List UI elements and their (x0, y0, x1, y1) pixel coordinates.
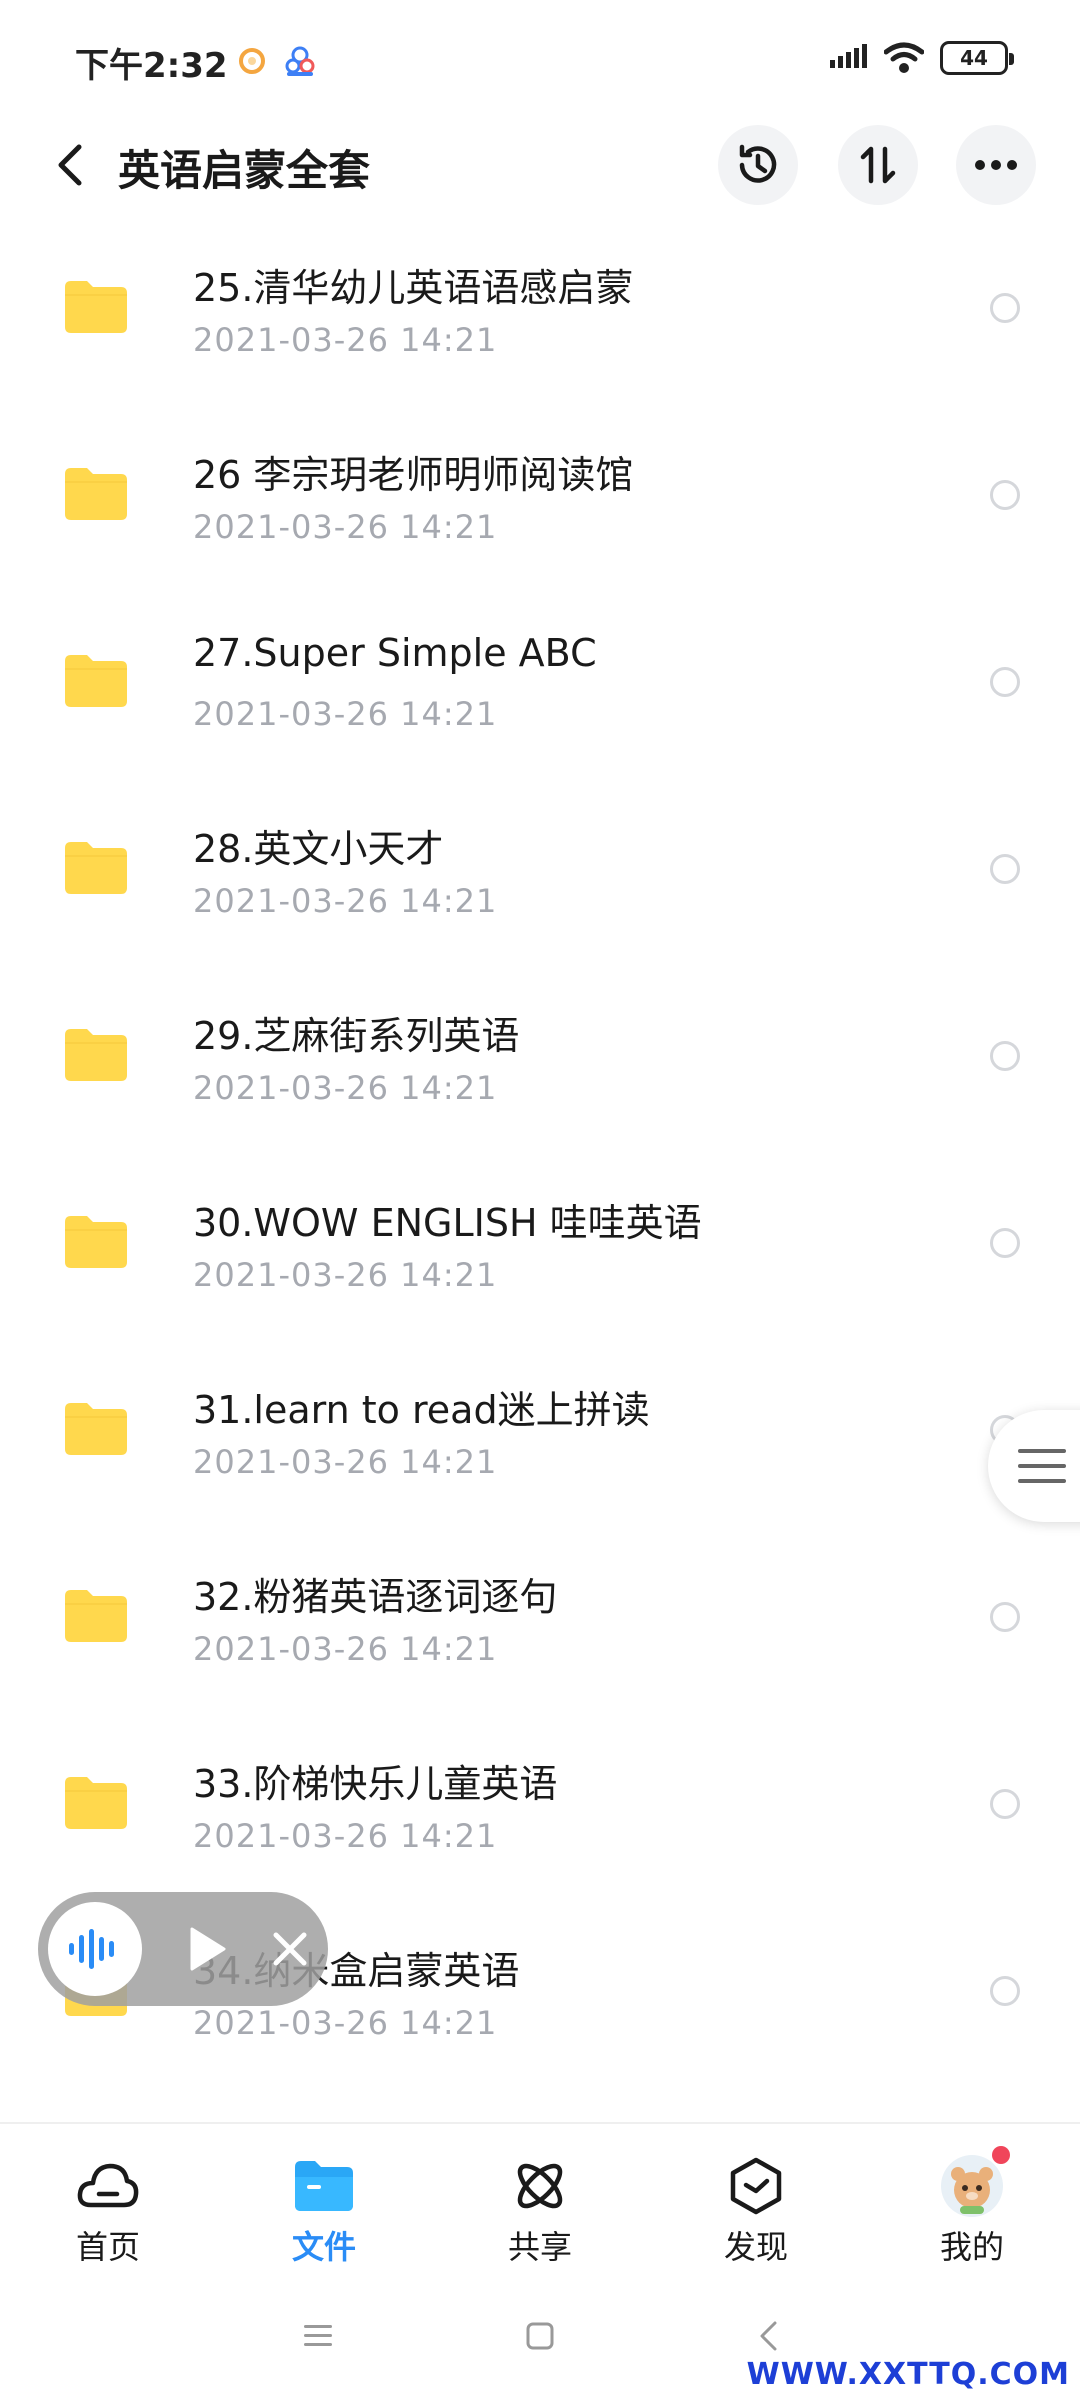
list-item[interactable]: 31.learn to read迷上拼读 2021-03-26 14:21 (0, 1337, 1080, 1524)
folder-icon (65, 1590, 127, 1642)
select-checkbox[interactable] (990, 1228, 1020, 1258)
folder-icon (65, 1777, 127, 1829)
file-date: 2021-03-26 14:21 (193, 2004, 498, 2042)
tab-label: 首页 (75, 2228, 140, 2266)
menu-lines-icon (304, 2325, 332, 2346)
tab-share[interactable]: 共享 (465, 2124, 615, 2274)
folder-icon (65, 1216, 127, 1268)
back-button[interactable] (40, 135, 100, 195)
file-date: 2021-03-26 14:21 (193, 321, 498, 359)
sort-button[interactable] (838, 125, 918, 205)
page-title: 英语启蒙全套 (118, 146, 371, 195)
file-date: 2021-03-26 14:21 (193, 882, 498, 920)
chevron-left-icon (760, 2321, 777, 2351)
file-date: 2021-03-26 14:21 (193, 1817, 498, 1855)
list-item[interactable]: 25.清华幼儿英语语感启蒙 2021-03-26 14:21 (0, 215, 1080, 402)
file-name: 30.WOW ENGLISH 哇哇英语 (193, 1201, 702, 1245)
folder-icon (292, 2154, 356, 2218)
cloud-icon (76, 2154, 140, 2218)
folder-icon (65, 655, 127, 707)
more-dots-icon (975, 160, 1017, 170)
tab-me[interactable]: 我的 (897, 2124, 1047, 2274)
file-date: 2021-03-26 14:21 (193, 508, 498, 546)
sound-wave-icon (69, 1929, 114, 1969)
file-list: 25.清华幼儿英语语感启蒙 2021-03-26 14:21 26 李宗玥老师明… (0, 215, 1080, 2085)
close-icon[interactable] (268, 1925, 312, 1973)
audio-mini-player[interactable] (38, 1892, 328, 2006)
select-checkbox[interactable] (990, 1789, 1020, 1819)
notification-baidu-icon (285, 46, 315, 76)
back-arrow-icon (58, 144, 82, 186)
file-date: 2021-03-26 14:21 (193, 1069, 498, 1107)
file-name: 26 李宗玥老师明师阅读馆 (193, 453, 634, 497)
hamburger-icon (1018, 1449, 1066, 1483)
file-name: 32.粉猪英语逐词逐句 (193, 1575, 558, 1619)
file-date: 2021-03-26 14:21 (193, 1630, 498, 1668)
notification-app-icon (239, 48, 265, 74)
list-item[interactable]: 26 李宗玥老师明师阅读馆 2021-03-26 14:21 (0, 402, 1080, 589)
tab-label: 文件 (291, 2228, 356, 2266)
file-date: 2021-03-26 14:21 (193, 1256, 498, 1294)
avatar-icon (940, 2146, 1010, 2218)
sort-arrows-icon (860, 146, 896, 184)
play-icon[interactable] (188, 1925, 228, 1973)
tab-files[interactable]: 文件 (249, 2124, 399, 2274)
tab-label: 共享 (507, 2228, 572, 2266)
system-back-button[interactable] (748, 2316, 788, 2356)
select-checkbox[interactable] (990, 1041, 1020, 1071)
audio-wave-button[interactable] (48, 1902, 142, 1996)
select-checkbox[interactable] (990, 1976, 1020, 2006)
header: 英语启蒙全套 (0, 110, 1080, 220)
list-item[interactable]: 30.WOW ENGLISH 哇哇英语 2021-03-26 14:21 (0, 1150, 1080, 1337)
history-button[interactable] (718, 125, 798, 205)
tab-home[interactable]: 首页 (33, 2124, 183, 2274)
select-checkbox[interactable] (990, 667, 1020, 697)
folder-icon (65, 1403, 127, 1455)
share-atom-icon (508, 2154, 572, 2218)
file-name: 28.英文小天才 (193, 827, 444, 871)
tab-label: 我的 (939, 2228, 1004, 2266)
signal-icon (830, 44, 867, 68)
file-date: 2021-03-26 14:21 (193, 695, 498, 733)
wifi-icon (884, 42, 924, 73)
file-name: 33.阶梯快乐儿童英语 (193, 1762, 558, 1806)
folder-icon (65, 468, 127, 520)
tab-discover[interactable]: 发现 (681, 2124, 831, 2274)
tab-label: 发现 (723, 2228, 788, 2266)
list-item[interactable]: 28.英文小天才 2021-03-26 14:21 (0, 776, 1080, 963)
notification-dot (992, 2146, 1010, 2164)
watermark: WWW.XXTTQ.COM (746, 2357, 1070, 2392)
file-name: 25.清华幼儿英语语感启蒙 (193, 266, 634, 310)
history-clock-icon (739, 144, 777, 183)
list-item[interactable]: 32.粉猪英语逐词逐句 2021-03-26 14:21 (0, 1524, 1080, 1711)
file-date: 2021-03-26 14:21 (193, 1443, 498, 1481)
status-right-group: 44 (830, 38, 1014, 78)
file-name: 27.Super Simple ABC (193, 631, 597, 675)
folder-icon (65, 281, 127, 333)
select-checkbox[interactable] (990, 1602, 1020, 1632)
recents-button[interactable] (298, 2316, 338, 2356)
bottom-tab-bar: 首页 文件 共享 发现 我的 (0, 2122, 1080, 2272)
more-button[interactable] (956, 125, 1036, 205)
status-bar: 下午2:32 44 (0, 0, 1080, 120)
select-checkbox[interactable] (990, 480, 1020, 510)
folder-icon (65, 1029, 127, 1081)
folder-icon (65, 842, 127, 894)
list-item[interactable]: 33.阶梯快乐儿童英语 2021-03-26 14:21 (0, 1711, 1080, 1898)
square-home-icon (526, 2322, 554, 2350)
list-item[interactable]: 29.芝麻街系列英语 2021-03-26 14:21 (0, 963, 1080, 1150)
battery-indicator: 44 (940, 41, 1014, 75)
list-item[interactable]: 27.Super Simple ABC 2021-03-26 14:21 (0, 589, 1080, 776)
file-name: 31.learn to read迷上拼读 (193, 1388, 650, 1432)
select-checkbox[interactable] (990, 854, 1020, 884)
discover-box-icon (724, 2154, 788, 2218)
status-time: 下午2:32 (75, 46, 228, 86)
file-name: 29.芝麻街系列英语 (193, 1014, 520, 1058)
select-checkbox[interactable] (990, 293, 1020, 323)
home-button[interactable] (520, 2316, 560, 2356)
